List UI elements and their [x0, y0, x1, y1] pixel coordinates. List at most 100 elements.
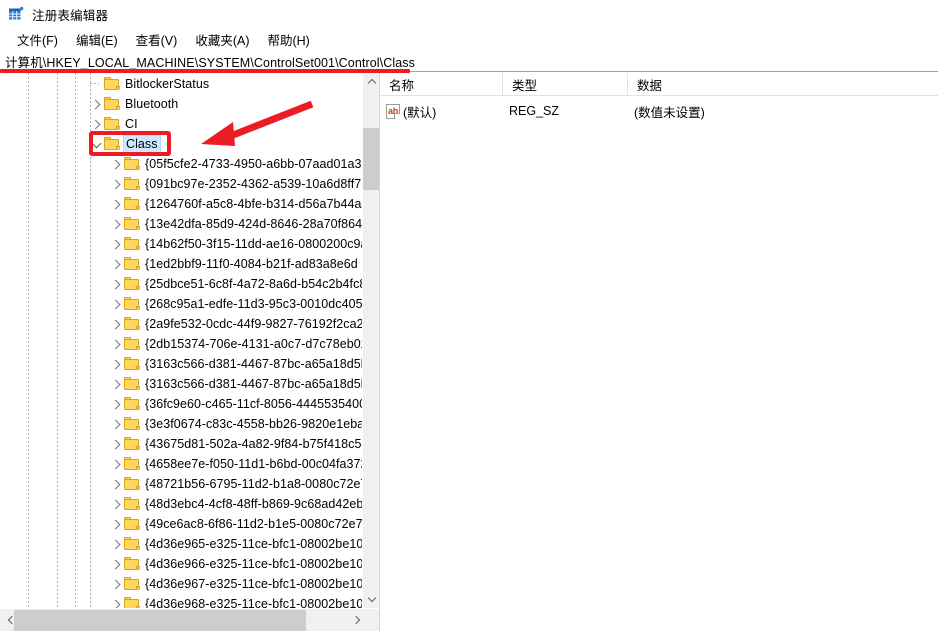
tree-item[interactable]: BitlockerStatus — [0, 74, 362, 94]
tree-item[interactable]: {48d3ebc4-4cf8-48ff-b869-9c68ad42eb — [0, 494, 362, 514]
tree-item[interactable]: {3e3f0674-c83c-4558-bb26-9820e1eba — [0, 414, 362, 434]
chevron-right-icon[interactable] — [108, 496, 124, 512]
tree-item-selected[interactable]: Class — [0, 134, 362, 154]
tree-item[interactable]: {4658ee7e-f050-11d1-b6bd-00c04fa372 — [0, 454, 362, 474]
menu-bar: 文件(F) 编辑(E) 查看(V) 收藏夹(A) 帮助(H) — [0, 28, 938, 51]
tree-horizontal-scrollbar[interactable] — [0, 608, 379, 631]
column-header-type[interactable]: 类型 — [503, 73, 628, 96]
tree-item-label: Bluetooth — [125, 97, 179, 111]
chevron-right-icon[interactable] — [108, 356, 124, 372]
chevron-right-icon[interactable] — [108, 216, 124, 232]
chevron-glyph — [110, 259, 120, 269]
chevron-glyph — [110, 519, 120, 529]
folder-icon — [104, 77, 120, 90]
menu-file[interactable]: 文件(F) — [8, 28, 67, 52]
tree-item-label: {268c95a1-edfe-11d3-95c3-0010dc4050 — [145, 297, 362, 311]
tree-item[interactable]: {4d36e968-e325-11ce-bfc1-08002be10 — [0, 594, 362, 608]
tree-item[interactable]: Bluetooth — [0, 94, 362, 114]
chevron-right-icon[interactable] — [108, 196, 124, 212]
folder-icon — [124, 437, 140, 450]
value-name-cell[interactable]: ab (默认) — [386, 100, 436, 122]
chevron-right-icon[interactable] — [108, 296, 124, 312]
tree-item[interactable]: CI — [0, 114, 362, 134]
tree-item[interactable]: {49ce6ac8-6f86-11d2-b1e5-0080c72e74 — [0, 514, 362, 534]
chevron-right-icon[interactable] — [108, 176, 124, 192]
menu-view[interactable]: 查看(V) — [127, 28, 187, 52]
tree-item[interactable]: {14b62f50-3f15-11dd-ae16-0800200c9a — [0, 234, 362, 254]
chevron-right-icon[interactable] — [108, 556, 124, 572]
tree-item-label: {36fc9e60-c465-11cf-8056-44455354000 — [145, 397, 362, 411]
registry-tree[interactable]: BitlockerStatus Bluetooth CI Class {05f5cfe2… — [0, 73, 362, 608]
chevron-right-icon[interactable] — [108, 336, 124, 352]
tree-item[interactable]: {3163c566-d381-4467-87bc-a65a18d5b — [0, 374, 362, 394]
folder-icon — [124, 217, 140, 230]
scroll-right-arrow-button[interactable] — [347, 609, 367, 631]
chevron-glyph — [110, 279, 120, 289]
menu-help[interactable]: 帮助(H) — [258, 28, 318, 52]
scroll-down-arrow-button[interactable] — [363, 591, 379, 608]
tree-item[interactable]: {43675d81-502a-4a82-9f84-b75f418c5c — [0, 434, 362, 454]
folder-icon — [124, 237, 140, 250]
tree-item[interactable]: {25dbce51-6c8f-4a72-8a6d-b54c2b4fc8 — [0, 274, 362, 294]
value-type-cell: REG_SZ — [509, 104, 560, 118]
chevron-right-icon[interactable] — [108, 536, 124, 552]
chevron-right-icon[interactable] — [108, 396, 124, 412]
folder-icon — [124, 577, 140, 590]
folder-icon — [104, 137, 120, 150]
chevron-glyph — [110, 539, 120, 549]
tree-scrollbar-thumb[interactable] — [363, 128, 379, 190]
chevron-right-icon[interactable] — [108, 156, 124, 172]
chevron-right-icon[interactable] — [108, 256, 124, 272]
tree-item-label: {05f5cfe2-4733-4950-a6bb-07aad01a3a — [145, 157, 362, 171]
chevron-right-icon[interactable] — [88, 96, 104, 112]
table-row[interactable]: ab (默认) REG_SZ (数值未设置) — [380, 100, 938, 122]
scroll-up-arrow-button[interactable] — [363, 73, 379, 90]
tree-item[interactable]: {268c95a1-edfe-11d3-95c3-0010dc4050 — [0, 294, 362, 314]
window-title: 注册表编辑器 — [32, 8, 109, 23]
tree-item-label: {48d3ebc4-4cf8-48ff-b869-9c68ad42eb — [145, 497, 362, 511]
chevron-glyph — [91, 138, 101, 148]
column-header-name[interactable]: 名称 — [380, 73, 503, 96]
tree-item[interactable]: {2db15374-706e-4131-a0c7-d7c78eb02 — [0, 334, 362, 354]
tree-hscrollbar-thumb[interactable] — [14, 610, 306, 631]
tree-item[interactable]: {4d36e965-e325-11ce-bfc1-08002be10 — [0, 534, 362, 554]
menu-edit[interactable]: 编辑(E) — [67, 28, 127, 52]
chevron-down-icon[interactable] — [88, 136, 104, 152]
chevron-glyph — [110, 499, 120, 509]
tree-item[interactable]: {1264760f-a5c8-4bfe-b314-d56a7b44a3 — [0, 194, 362, 214]
chevron-right-icon[interactable] — [108, 456, 124, 472]
chevron-glyph — [110, 459, 120, 469]
chevron-right-icon[interactable] — [108, 276, 124, 292]
tree-item[interactable]: {36fc9e60-c465-11cf-8056-44455354000 — [0, 394, 362, 414]
chevron-glyph — [110, 479, 120, 489]
chevron-right-icon[interactable] — [108, 576, 124, 592]
chevron-right-icon[interactable] — [108, 416, 124, 432]
tree-item[interactable]: {48721b56-6795-11d2-b1a8-0080c72e7 — [0, 474, 362, 494]
tree-vertical-scrollbar[interactable] — [362, 73, 379, 608]
folder-icon — [124, 497, 140, 510]
tree-item[interactable]: {05f5cfe2-4733-4950-a6bb-07aad01a3a — [0, 154, 362, 174]
chevron-right-icon[interactable] — [108, 596, 124, 608]
menu-favorites[interactable]: 收藏夹(A) — [186, 28, 258, 52]
tree-item[interactable]: {13e42dfa-85d9-424d-8646-28a70f864f — [0, 214, 362, 234]
tree-item[interactable]: {091bc97e-2352-4362-a539-10a6d8ff75 — [0, 174, 362, 194]
registry-path[interactable]: 计算机\HKEY_LOCAL_MACHINE\SYSTEM\ControlSet… — [5, 52, 415, 71]
registry-tree-pane: BitlockerStatus Bluetooth CI Class {05f5cfe2… — [0, 73, 379, 608]
tree-item[interactable]: {1ed2bbf9-11f0-4084-b21f-ad83a8e6d — [0, 254, 362, 274]
chevron-right-icon[interactable] — [108, 516, 124, 532]
tree-item[interactable]: {4d36e966-e325-11ce-bfc1-08002be10 — [0, 554, 362, 574]
folder-icon — [124, 377, 140, 390]
chevron-right-icon[interactable] — [108, 316, 124, 332]
chevron-right-icon[interactable] — [88, 116, 104, 132]
chevron-right-icon[interactable] — [108, 376, 124, 392]
chevron-right-icon[interactable] — [108, 236, 124, 252]
column-header-data[interactable]: 数据 — [628, 73, 938, 96]
chevron-glyph — [110, 199, 120, 209]
folder-icon — [124, 277, 140, 290]
chevron-right-icon[interactable] — [108, 436, 124, 452]
tree-item[interactable]: {2a9fe532-0cdc-44f9-9827-76192f2ca2f — [0, 314, 362, 334]
chevron-glyph — [110, 439, 120, 449]
tree-item[interactable]: {3163c566-d381-4467-87bc-a65a18d5b — [0, 354, 362, 374]
tree-item[interactable]: {4d36e967-e325-11ce-bfc1-08002be10 — [0, 574, 362, 594]
chevron-right-icon[interactable] — [108, 476, 124, 492]
